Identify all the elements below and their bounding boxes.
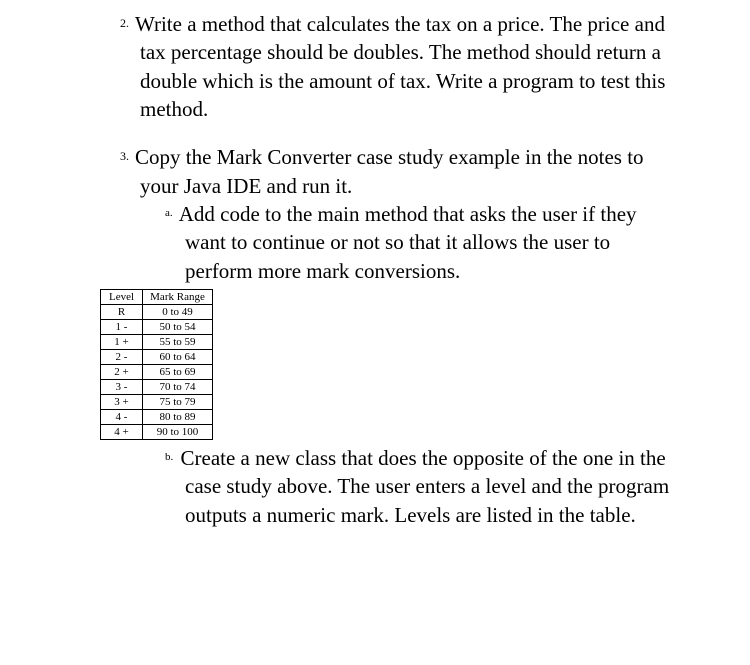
table-row: 2 -60 to 64 [101, 350, 213, 365]
table-cell-level: 4 + [101, 425, 143, 440]
table-header-range: Mark Range [143, 290, 213, 305]
table-cell-range: 65 to 69 [143, 365, 213, 380]
table-cell-range: 90 to 100 [143, 425, 213, 440]
item-3b-number: b. [165, 450, 173, 465]
table-cell-range: 0 to 49 [143, 305, 213, 320]
table-header-level: Level [101, 290, 143, 305]
table-header-row: Level Mark Range [101, 290, 213, 305]
table-row: R0 to 49 [101, 305, 213, 320]
table-cell-level: 1 + [101, 335, 143, 350]
table-row: 3 +75 to 79 [101, 395, 213, 410]
sub-item-3b: b. Create a new class that does the oppo… [80, 444, 670, 529]
table-cell-range: 55 to 59 [143, 335, 213, 350]
mark-range-table: Level Mark Range R0 to 491 -50 to 541 +5… [100, 289, 213, 440]
sub-item-3a: a. Add code to the main method that asks… [80, 200, 670, 285]
table-row: 1 +55 to 59 [101, 335, 213, 350]
table-cell-level: 1 - [101, 320, 143, 335]
table-row: 3 -70 to 74 [101, 380, 213, 395]
item-3-number: 3. [120, 149, 129, 164]
table-row: 2 +65 to 69 [101, 365, 213, 380]
list-item-2: 2. Write a method that calculates the ta… [80, 10, 670, 123]
table-row: 1 -50 to 54 [101, 320, 213, 335]
item-2-number: 2. [120, 16, 129, 31]
table-row: 4 +90 to 100 [101, 425, 213, 440]
table-cell-level: 3 - [101, 380, 143, 395]
table-cell-range: 70 to 74 [143, 380, 213, 395]
item-3-text: Copy the Mark Converter case study examp… [135, 145, 644, 197]
table-cell-level: 4 - [101, 410, 143, 425]
item-3b-text: Create a new class that does the opposit… [181, 446, 670, 527]
table-cell-level: 2 + [101, 365, 143, 380]
item-3a-number: a. [165, 206, 173, 221]
item-2-text: Write a method that calculates the tax o… [135, 12, 665, 121]
table-row: 4 -80 to 89 [101, 410, 213, 425]
table-cell-level: 3 + [101, 395, 143, 410]
table-cell-range: 75 to 79 [143, 395, 213, 410]
table-cell-range: 80 to 89 [143, 410, 213, 425]
table-cell-range: 50 to 54 [143, 320, 213, 335]
table-cell-level: R [101, 305, 143, 320]
list-item-3: 3. Copy the Mark Converter case study ex… [80, 143, 670, 529]
table-cell-range: 60 to 64 [143, 350, 213, 365]
item-3a-text: Add code to the main method that asks th… [179, 202, 637, 283]
table-cell-level: 2 - [101, 350, 143, 365]
